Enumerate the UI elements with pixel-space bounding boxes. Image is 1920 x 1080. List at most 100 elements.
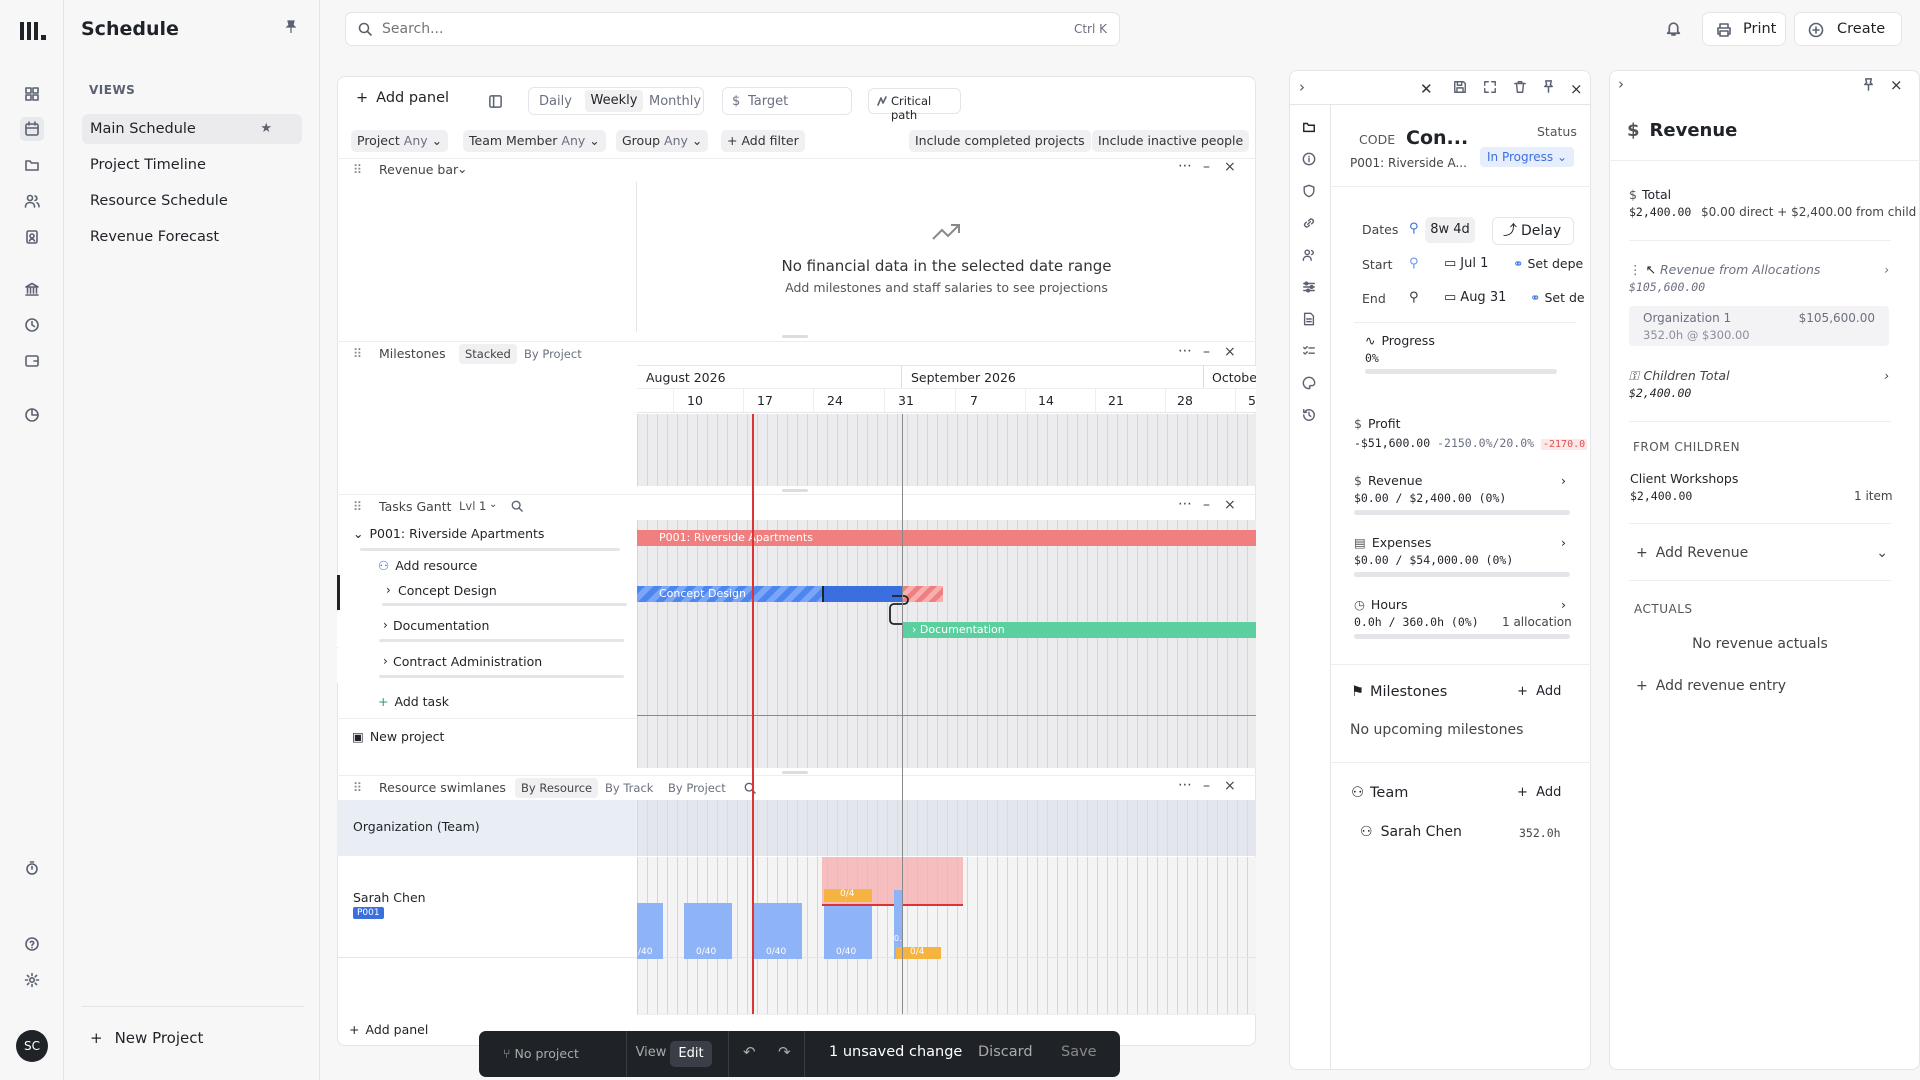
- close-panel-icon[interactable]: ×: [1890, 76, 1903, 94]
- drag-handle-icon[interactable]: ⠿: [353, 499, 362, 514]
- user-avatar[interactable]: SC: [16, 1030, 48, 1062]
- expand-icon[interactable]: [1483, 80, 1497, 94]
- revenue-section[interactable]: $ Revenue ›: [1354, 473, 1566, 488]
- chevron-right-icon[interactable]: ›: [386, 583, 391, 597]
- calendar-icon[interactable]: [20, 117, 44, 141]
- new-project-row[interactable]: ▣ New project: [352, 729, 444, 744]
- hours-section[interactable]: ◷ Hours ›: [1354, 597, 1566, 612]
- task-row-concept-design[interactable]: › Concept Design: [337, 575, 637, 610]
- gantt-bar-project[interactable]: P001: Riverside Apartments: [637, 530, 1256, 546]
- more-icon[interactable]: ⋯: [1178, 158, 1192, 174]
- sidebar-item-revenue-forecast[interactable]: Revenue Forecast: [82, 222, 302, 252]
- pie-chart-icon[interactable]: [20, 403, 44, 427]
- daily-tab[interactable]: Daily: [539, 94, 572, 109]
- allocation-count[interactable]: 1 allocation: [1502, 615, 1572, 629]
- set-dependency-end[interactable]: ⚭ Set de: [1530, 290, 1589, 305]
- document-icon[interactable]: [1302, 312, 1316, 326]
- discard-button[interactable]: Discard: [978, 1044, 1033, 1060]
- create-button[interactable]: Create: [1794, 12, 1902, 46]
- new-project-button[interactable]: + New Project: [90, 1029, 203, 1047]
- add-task-button[interactable]: + Add task: [378, 694, 449, 709]
- info-icon[interactable]: [1302, 152, 1316, 166]
- task-row-contract-administration[interactable]: › Contract Administration: [337, 648, 637, 683]
- add-revenue-entry-button[interactable]: + Add revenue entry: [1636, 678, 1786, 694]
- add-revenue-button[interactable]: + Add Revenue ⌄: [1636, 545, 1888, 561]
- history-icon[interactable]: [1302, 408, 1316, 422]
- close-panel-icon[interactable]: ×: [1224, 497, 1236, 513]
- chevron-down-icon[interactable]: ⌄: [457, 161, 467, 176]
- sidebar-item-resource-schedule[interactable]: Resource Schedule: [82, 186, 302, 216]
- expenses-section[interactable]: ▤ Expenses ›: [1354, 535, 1566, 550]
- revenue-from-allocations-row[interactable]: ⋮ ↖ Revenue from Allocations ›: [1629, 262, 1889, 277]
- view-mode-button[interactable]: View: [626, 1045, 676, 1060]
- project-row[interactable]: ⌄ P001: Riverside Apartments: [353, 526, 544, 541]
- app-logo-icon[interactable]: [18, 16, 48, 46]
- more-icon[interactable]: ⋯: [1178, 343, 1192, 359]
- add-resource-button[interactable]: ⚇ Add resource: [378, 558, 477, 573]
- close-panel-icon[interactable]: ×: [1224, 159, 1236, 175]
- save-button[interactable]: Save: [1061, 1044, 1097, 1060]
- add-team-member-button[interactable]: + Add: [1517, 785, 1561, 800]
- layout-toggle-icon[interactable]: [488, 94, 503, 109]
- progress-section[interactable]: ∿ Progress: [1365, 333, 1435, 348]
- close-icon[interactable]: ✕: [1420, 80, 1433, 98]
- team-member-filter[interactable]: Team Member Any ⌄: [463, 130, 606, 152]
- capacity-bar[interactable]: 0/40: [754, 903, 802, 959]
- wallet-icon[interactable]: [20, 349, 44, 373]
- minimize-icon[interactable]: –: [1203, 778, 1210, 794]
- by-resource-tab[interactable]: By Resource: [515, 778, 599, 798]
- sidebar-item-main-schedule[interactable]: Main Schedule ★: [82, 114, 302, 144]
- capacity-bar[interactable]: /40: [637, 903, 663, 959]
- pin-icon[interactable]: [1862, 78, 1875, 91]
- star-icon[interactable]: ★: [260, 114, 272, 144]
- drag-handle-icon[interactable]: ⠿: [353, 346, 362, 361]
- folder-icon[interactable]: [20, 153, 44, 177]
- palette-icon[interactable]: [1302, 376, 1316, 390]
- group-filter[interactable]: Group Any ⌄: [616, 130, 709, 152]
- monthly-tab[interactable]: Monthly: [649, 94, 701, 109]
- by-project-tab[interactable]: By Project: [524, 347, 582, 361]
- project-link[interactable]: P001: Riverside A...: [1350, 156, 1467, 170]
- bell-icon[interactable]: [1665, 20, 1682, 37]
- add-filter-button[interactable]: + Add filter: [721, 130, 805, 152]
- gantt-bar-concept-done[interactable]: Concept Design: [637, 586, 822, 602]
- add-panel-bottom-button[interactable]: + Add panel: [349, 1022, 428, 1037]
- checklist-icon[interactable]: [1302, 344, 1316, 358]
- help-icon[interactable]: [20, 932, 44, 956]
- pin-icon[interactable]: [1542, 80, 1555, 93]
- chevron-down-icon[interactable]: ⌄: [353, 526, 363, 541]
- chevron-right-icon[interactable]: ›: [383, 654, 388, 668]
- chevron-right-icon[interactable]: ›: [1299, 78, 1305, 96]
- unpin-icon[interactable]: ⚲: [1409, 290, 1419, 305]
- code-value[interactable]: Con...: [1406, 127, 1468, 149]
- close-panel-icon[interactable]: ×: [1224, 778, 1236, 794]
- chevron-updown-icon[interactable]: ⌄: [489, 499, 497, 510]
- shield-icon[interactable]: [1302, 184, 1316, 198]
- no-project-button[interactable]: ⑂ No project: [503, 1046, 579, 1061]
- duration-field[interactable]: 8w 4d: [1425, 217, 1475, 243]
- capacity-bar[interactable]: 0/40: [684, 903, 732, 959]
- search-box[interactable]: Ctrl K: [345, 12, 1120, 46]
- search-input[interactable]: [382, 19, 982, 39]
- include-completed-toggle[interactable]: Include completed projects: [909, 130, 1091, 152]
- link-icon[interactable]: [1302, 216, 1316, 230]
- people-icon[interactable]: [20, 189, 44, 213]
- edit-mode-button[interactable]: Edit: [670, 1041, 712, 1067]
- target-field[interactable]: $ Target: [722, 87, 852, 115]
- print-button[interactable]: Print: [1702, 12, 1786, 46]
- chevron-right-icon[interactable]: ›: [1618, 75, 1624, 93]
- children-total-row[interactable]: ⚿ Children Total ›: [1629, 368, 1889, 384]
- team-member-row[interactable]: ⚇ Sarah Chen: [1360, 824, 1462, 840]
- allocation-bar[interactable]: 0/4: [824, 889, 872, 902]
- timer-icon[interactable]: [20, 856, 44, 880]
- pin-icon[interactable]: ⚲: [1409, 256, 1419, 271]
- task-row-documentation[interactable]: › Documentation: [337, 612, 637, 647]
- gantt-bar-documentation[interactable]: › Documentation: [902, 622, 1256, 638]
- bank-icon[interactable]: [20, 277, 44, 301]
- weekly-tab[interactable]: Weekly: [585, 90, 643, 112]
- include-inactive-toggle[interactable]: Include inactive people: [1092, 130, 1250, 152]
- sliders-icon[interactable]: [1302, 280, 1316, 294]
- minimize-icon[interactable]: –: [1203, 159, 1210, 175]
- trash-icon[interactable]: [1513, 80, 1527, 94]
- close-panel-icon[interactable]: ×: [1224, 344, 1236, 360]
